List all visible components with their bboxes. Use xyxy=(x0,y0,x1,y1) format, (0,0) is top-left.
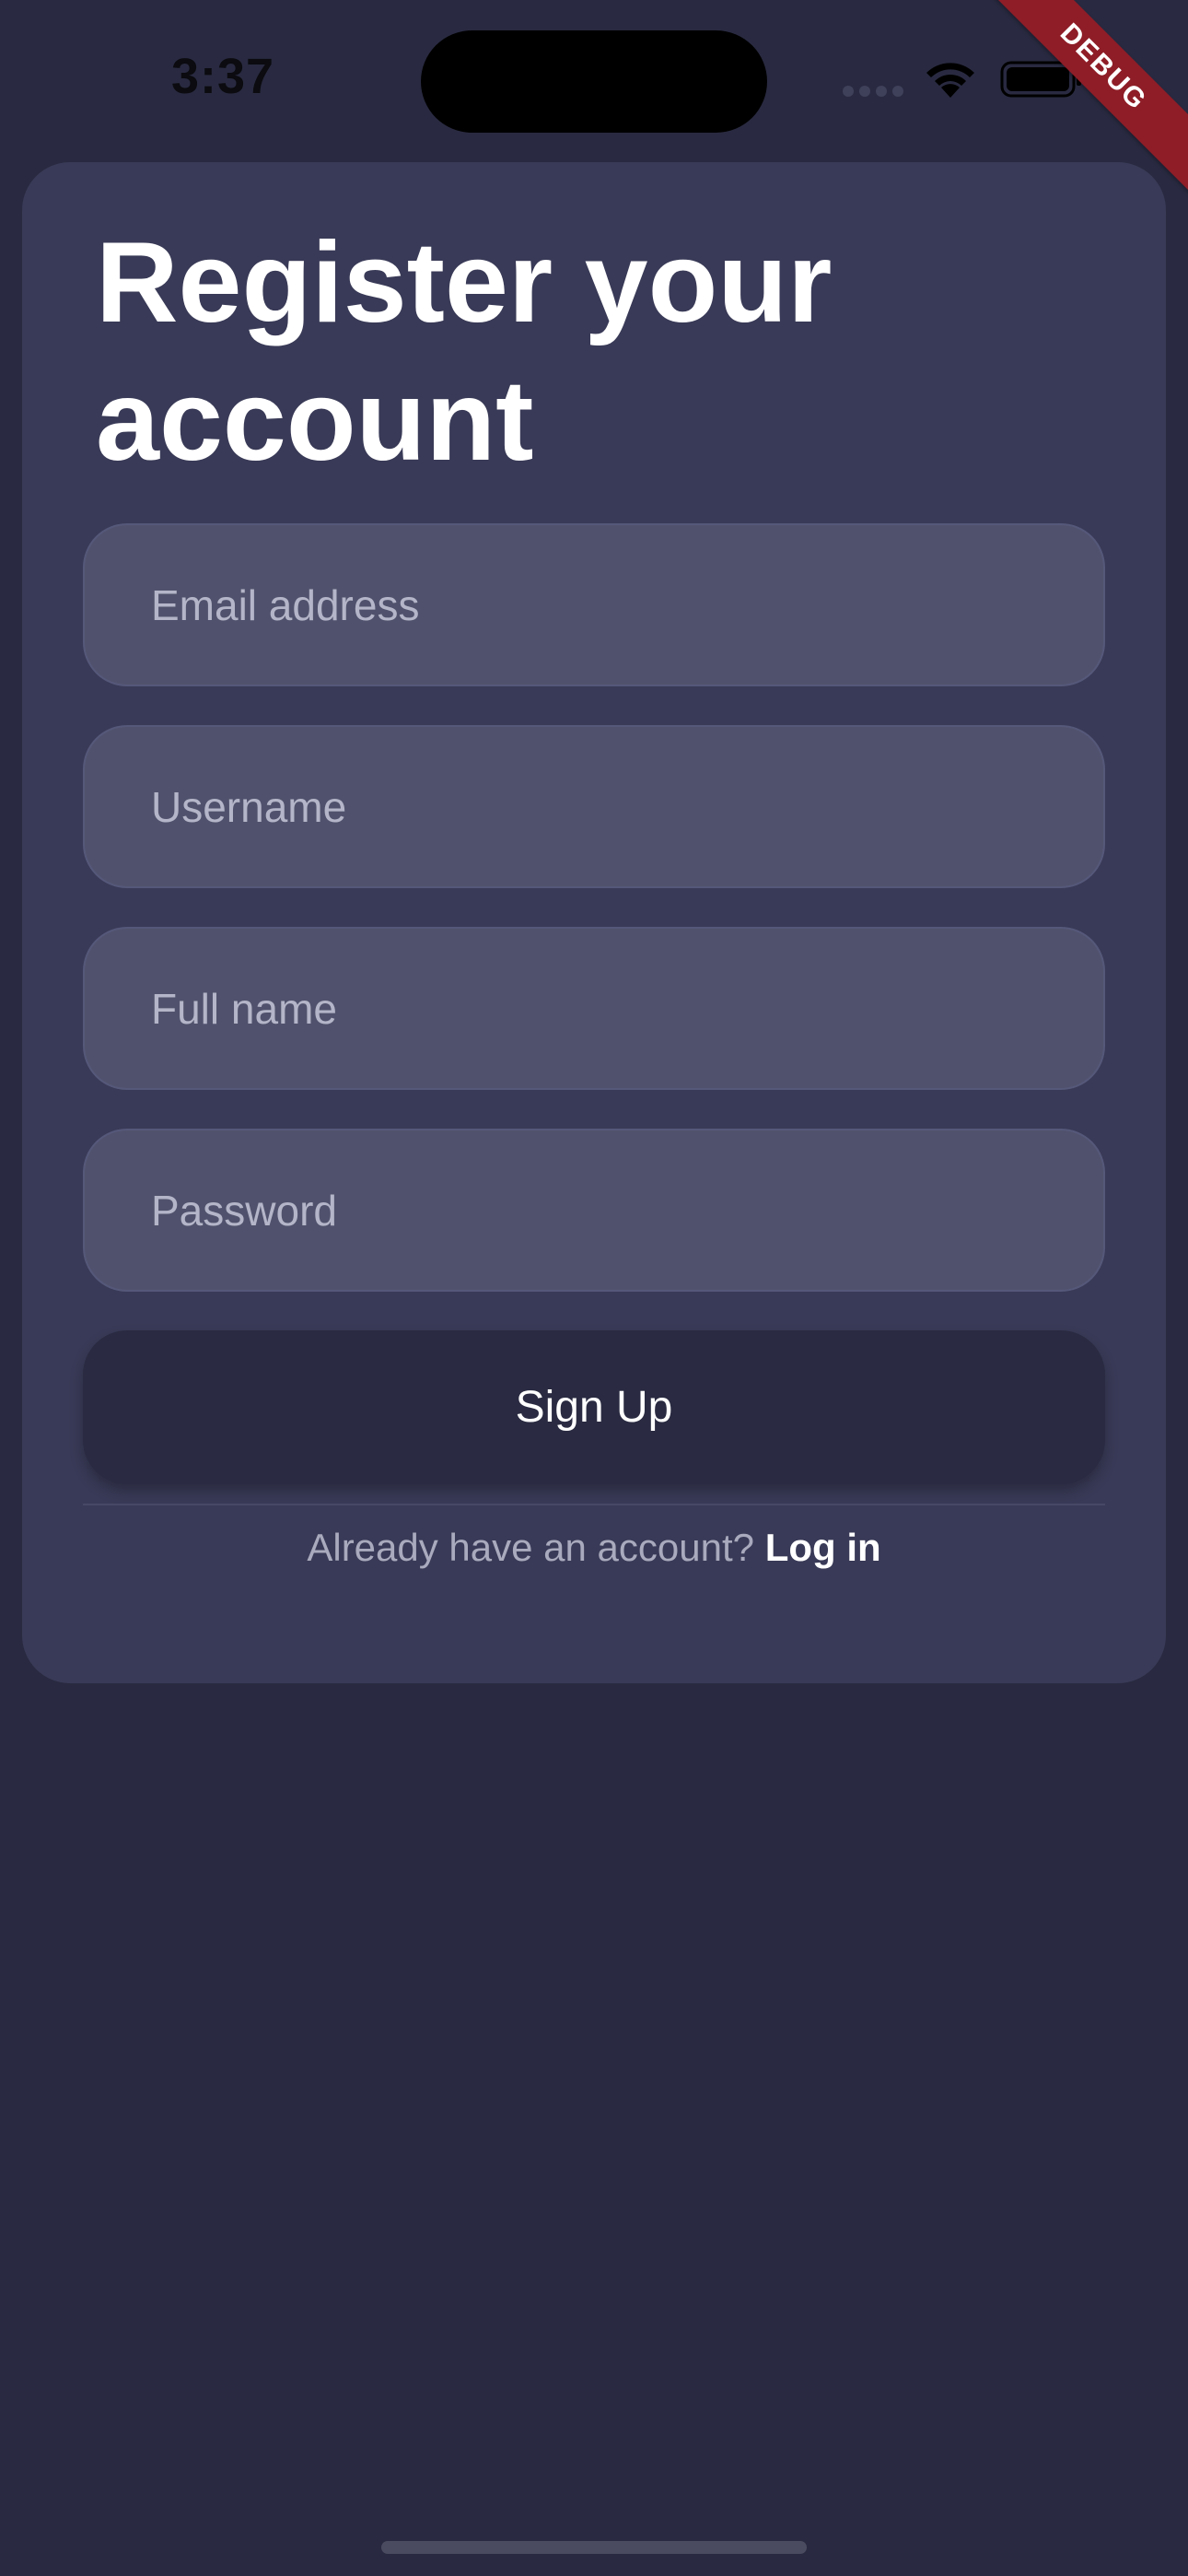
log-in-link[interactable]: Log in xyxy=(765,1526,881,1569)
wifi-icon xyxy=(926,63,974,98)
username-input[interactable] xyxy=(85,727,1103,886)
home-indicator[interactable] xyxy=(381,2541,807,2554)
password-input[interactable] xyxy=(85,1130,1103,1290)
full-name-input[interactable] xyxy=(85,929,1103,1088)
email-input[interactable] xyxy=(85,525,1103,685)
login-row: Already have an account? Log in xyxy=(0,1522,1188,1574)
password-field[interactable] xyxy=(83,1129,1105,1292)
divider xyxy=(83,1504,1105,1505)
status-time: 3:37 xyxy=(171,49,275,104)
dynamic-island xyxy=(421,30,767,133)
sign-up-button[interactable]: Sign Up xyxy=(83,1330,1105,1484)
status-bar: 3:37 xyxy=(0,0,1188,157)
username-field[interactable] xyxy=(83,725,1105,888)
full-name-field[interactable] xyxy=(83,927,1105,1090)
page-title: Register your account xyxy=(96,219,833,485)
login-prompt: Already have an account? xyxy=(307,1526,755,1569)
cellular-signal-icon xyxy=(843,86,903,97)
email-field[interactable] xyxy=(83,523,1105,686)
